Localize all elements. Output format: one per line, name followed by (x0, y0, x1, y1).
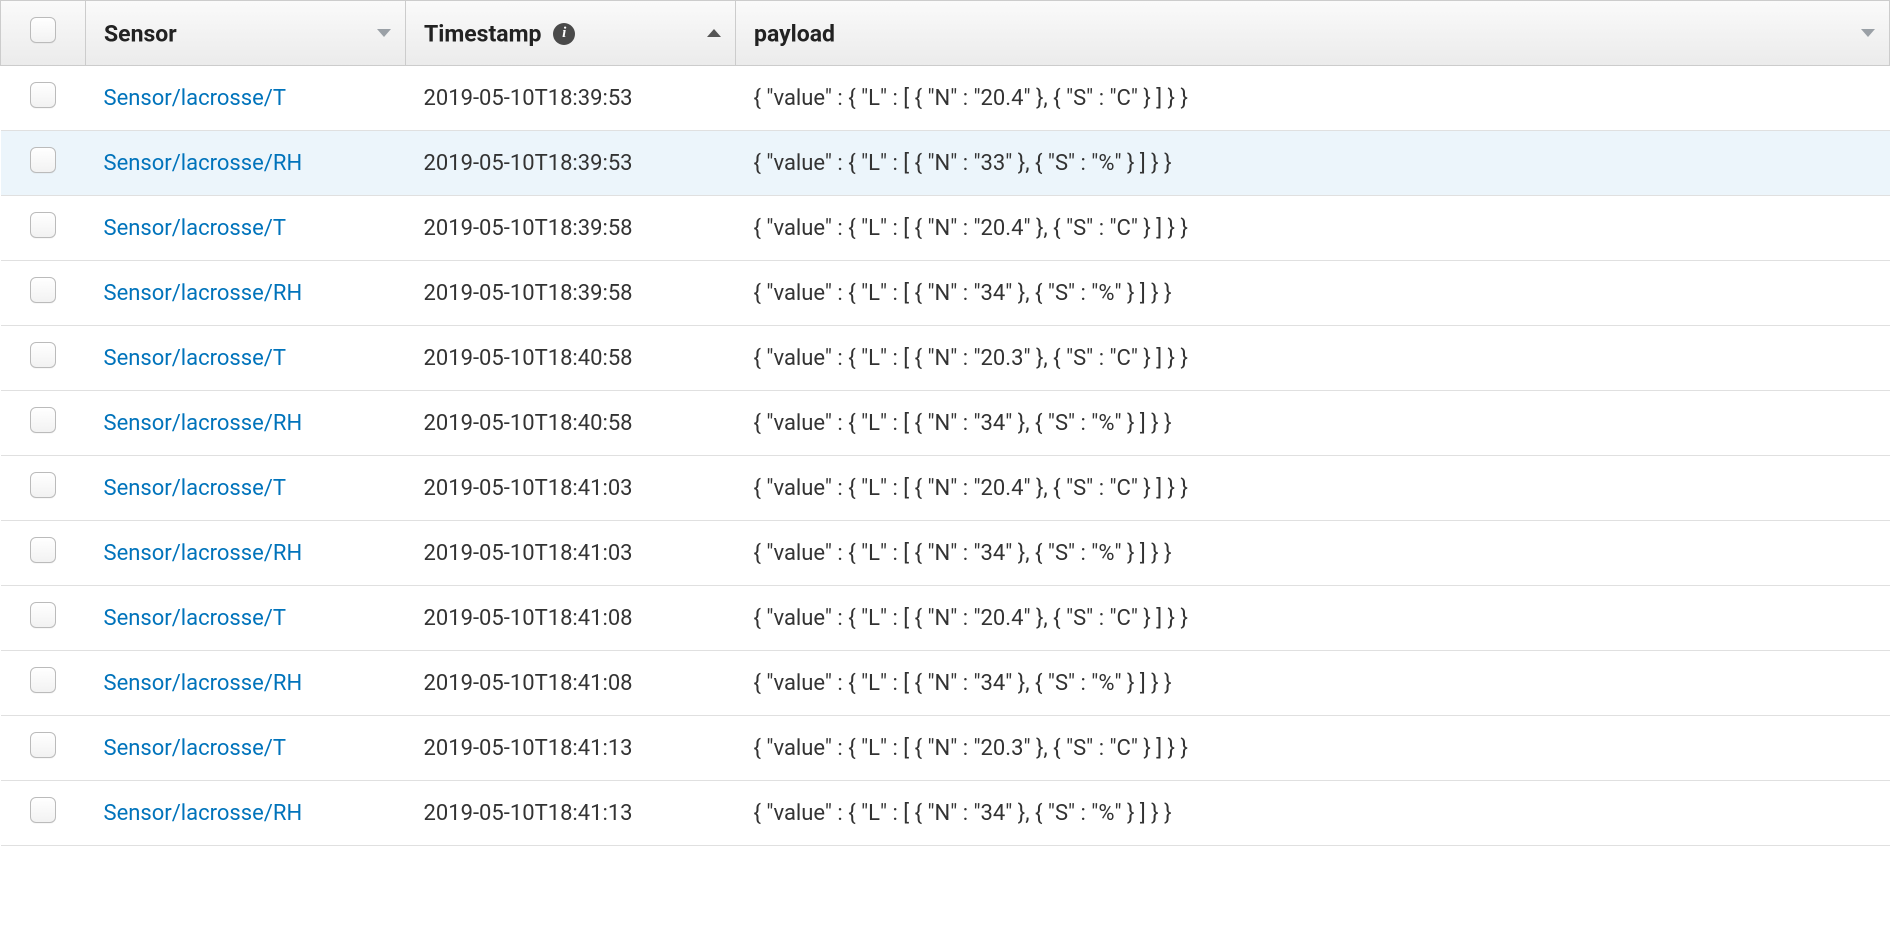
sort-indicator-icon (377, 29, 391, 37)
column-label: Sensor (104, 20, 177, 47)
row-select-cell (1, 326, 86, 391)
sensor-cell: Sensor/lacrosse/RH (86, 391, 406, 456)
row-checkbox[interactable] (30, 82, 56, 108)
timestamp-cell: 2019-05-10T18:41:13 (406, 716, 736, 781)
timestamp-cell: 2019-05-10T18:41:03 (406, 521, 736, 586)
row-checkbox[interactable] (30, 407, 56, 433)
select-all-checkbox[interactable] (30, 17, 56, 43)
sensor-cell: Sensor/lacrosse/T (86, 456, 406, 521)
timestamp-cell: 2019-05-10T18:39:58 (406, 261, 736, 326)
timestamp-cell: 2019-05-10T18:40:58 (406, 326, 736, 391)
table-body: Sensor/lacrosse/T2019-05-10T18:39:53{ "v… (1, 66, 1890, 846)
timestamp-cell: 2019-05-10T18:39:53 (406, 66, 736, 131)
sensor-cell: Sensor/lacrosse/RH (86, 781, 406, 846)
sensor-link[interactable]: Sensor/lacrosse/T (104, 346, 287, 371)
sensor-cell: Sensor/lacrosse/T (86, 326, 406, 391)
row-checkbox[interactable] (30, 732, 56, 758)
sensor-cell: Sensor/lacrosse/T (86, 586, 406, 651)
payload-cell: { "value" : { "L" : [ { "N" : "20.4" }, … (736, 456, 1890, 521)
row-select-cell (1, 66, 86, 131)
sort-indicator-icon (1861, 29, 1875, 37)
payload-cell: { "value" : { "L" : [ { "N" : "34" }, { … (736, 521, 1890, 586)
sensor-link[interactable]: Sensor/lacrosse/RH (104, 541, 303, 566)
sensor-link[interactable]: Sensor/lacrosse/T (104, 216, 287, 241)
sensor-link[interactable]: Sensor/lacrosse/RH (104, 671, 303, 696)
timestamp-cell: 2019-05-10T18:41:08 (406, 586, 736, 651)
table-row[interactable]: Sensor/lacrosse/RH 2019-05-10T18:40:58{ "… (1, 391, 1890, 456)
row-checkbox[interactable] (30, 472, 56, 498)
payload-cell: { "value" : { "L" : [ { "N" : "20.3" }, … (736, 326, 1890, 391)
row-checkbox[interactable] (30, 667, 56, 693)
info-icon[interactable]: i (553, 23, 575, 45)
row-select-cell (1, 261, 86, 326)
row-checkbox[interactable] (30, 147, 56, 173)
sensor-link[interactable]: Sensor/lacrosse/RH (104, 801, 303, 826)
payload-cell: { "value" : { "L" : [ { "N" : "20.3" }, … (736, 716, 1890, 781)
sensor-cell: Sensor/lacrosse/T (86, 196, 406, 261)
sensor-cell: Sensor/lacrosse/T (86, 716, 406, 781)
table-row[interactable]: Sensor/lacrosse/RH 2019-05-10T18:41:03{ "… (1, 521, 1890, 586)
sort-asc-icon (707, 29, 721, 37)
row-select-cell (1, 521, 86, 586)
payload-cell: { "value" : { "L" : [ { "N" : "34" }, { … (736, 651, 1890, 716)
table-row[interactable]: Sensor/lacrosse/T 2019-05-10T18:41:08{ "v… (1, 586, 1890, 651)
payload-cell: { "value" : { "L" : [ { "N" : "34" }, { … (736, 781, 1890, 846)
column-label: payload (754, 20, 835, 47)
payload-cell: { "value" : { "L" : [ { "N" : "33" }, { … (736, 131, 1890, 196)
sensor-link[interactable]: Sensor/lacrosse/RH (104, 281, 303, 306)
row-checkbox[interactable] (30, 602, 56, 628)
timestamp-cell: 2019-05-10T18:39:58 (406, 196, 736, 261)
row-select-cell (1, 586, 86, 651)
row-select-cell (1, 456, 86, 521)
table-row[interactable]: Sensor/lacrosse/T 2019-05-10T18:41:13{ "v… (1, 716, 1890, 781)
row-select-cell (1, 716, 86, 781)
sensor-link[interactable]: Sensor/lacrosse/RH (104, 151, 303, 176)
row-select-cell (1, 391, 86, 456)
sensor-link[interactable]: Sensor/lacrosse/T (104, 476, 287, 501)
row-select-cell (1, 131, 86, 196)
payload-cell: { "value" : { "L" : [ { "N" : "20.4" }, … (736, 586, 1890, 651)
timestamp-cell: 2019-05-10T18:41:08 (406, 651, 736, 716)
sensor-link[interactable]: Sensor/lacrosse/T (104, 86, 287, 111)
row-select-cell (1, 651, 86, 716)
row-checkbox[interactable] (30, 342, 56, 368)
sensor-link[interactable]: Sensor/lacrosse/RH (104, 411, 303, 436)
column-header-select[interactable] (1, 1, 86, 66)
table-row[interactable]: Sensor/lacrosse/T 2019-05-10T18:40:58{ "v… (1, 326, 1890, 391)
row-checkbox[interactable] (30, 212, 56, 238)
table-row[interactable]: Sensor/lacrosse/RH 2019-05-10T18:41:08{ "… (1, 651, 1890, 716)
timestamp-cell: 2019-05-10T18:41:13 (406, 781, 736, 846)
row-checkbox[interactable] (30, 277, 56, 303)
payload-cell: { "value" : { "L" : [ { "N" : "34" }, { … (736, 261, 1890, 326)
row-checkbox[interactable] (30, 797, 56, 823)
timestamp-cell: 2019-05-10T18:39:53 (406, 131, 736, 196)
sensor-cell: Sensor/lacrosse/RH (86, 651, 406, 716)
table-row[interactable]: Sensor/lacrosse/RH 2019-05-10T18:39:53{ "… (1, 131, 1890, 196)
column-label: Timestamp (424, 20, 541, 47)
timestamp-cell: 2019-05-10T18:41:03 (406, 456, 736, 521)
sensor-cell: Sensor/lacrosse/T (86, 66, 406, 131)
payload-cell: { "value" : { "L" : [ { "N" : "20.4" }, … (736, 66, 1890, 131)
column-header-payload[interactable]: payload (736, 1, 1890, 66)
payload-cell: { "value" : { "L" : [ { "N" : "20.4" }, … (736, 196, 1890, 261)
payload-cell: { "value" : { "L" : [ { "N" : "34" }, { … (736, 391, 1890, 456)
sensor-link[interactable]: Sensor/lacrosse/T (104, 606, 287, 631)
sensor-cell: Sensor/lacrosse/RH (86, 521, 406, 586)
timestamp-cell: 2019-05-10T18:40:58 (406, 391, 736, 456)
sensor-link[interactable]: Sensor/lacrosse/T (104, 736, 287, 761)
row-checkbox[interactable] (30, 537, 56, 563)
row-select-cell (1, 781, 86, 846)
sensor-data-table: Sensor Timestamp i payload Sensor/lacros… (0, 0, 1890, 846)
table-row[interactable]: Sensor/lacrosse/RH 2019-05-10T18:41:13{ "… (1, 781, 1890, 846)
table-row[interactable]: Sensor/lacrosse/T 2019-05-10T18:39:53{ "v… (1, 66, 1890, 131)
sensor-cell: Sensor/lacrosse/RH (86, 261, 406, 326)
table-row[interactable]: Sensor/lacrosse/T 2019-05-10T18:41:03{ "v… (1, 456, 1890, 521)
table-row[interactable]: Sensor/lacrosse/T 2019-05-10T18:39:58{ "v… (1, 196, 1890, 261)
column-header-sensor[interactable]: Sensor (86, 1, 406, 66)
sensor-cell: Sensor/lacrosse/RH (86, 131, 406, 196)
row-select-cell (1, 196, 86, 261)
table-header-row: Sensor Timestamp i payload (1, 1, 1890, 66)
table-row[interactable]: Sensor/lacrosse/RH 2019-05-10T18:39:58{ "… (1, 261, 1890, 326)
column-header-timestamp[interactable]: Timestamp i (406, 1, 736, 66)
